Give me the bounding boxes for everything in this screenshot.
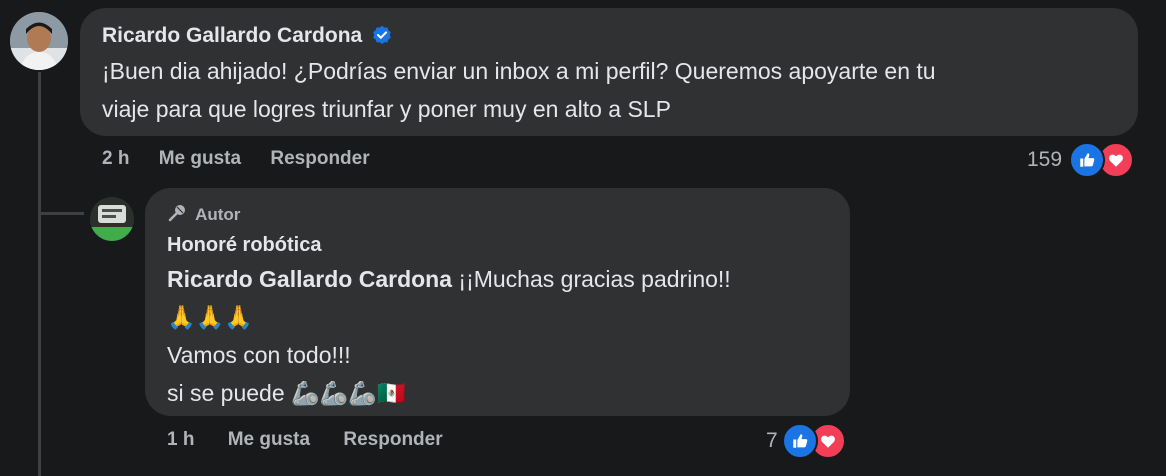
reply-time[interactable]: 1 h <box>167 429 194 450</box>
reply-connector <box>38 212 84 215</box>
reaction-count[interactable]: 159 <box>1027 148 1062 172</box>
reply-line: Vamos con todo!!! <box>167 342 351 368</box>
reply-line-text: ¡¡Muchas gracias padrino!! <box>452 266 731 292</box>
reply-author[interactable]: Honoré robótica <box>167 234 321 257</box>
comment-actions: 2 h Me gusta Responder <box>102 148 370 170</box>
verified-badge-icon <box>372 25 392 51</box>
reply-line: si se puede 🦾🦾🦾🇲🇽 <box>167 380 406 406</box>
like-button[interactable]: Me gusta <box>228 429 310 450</box>
comment-time[interactable]: 2 h <box>102 148 129 169</box>
reply-button[interactable]: Responder <box>270 148 369 169</box>
like-reaction-icon <box>1069 142 1105 178</box>
comment-line: ¡Buen dia ahijado! ¿Podrías enviar un in… <box>102 58 936 84</box>
reply-emoji-line: 🙏🙏🙏 <box>167 304 253 330</box>
author-badge-label: Autor <box>195 205 241 224</box>
comment-line: viaje para que logres triunfar y poner m… <box>102 96 671 122</box>
reply-avatar[interactable] <box>90 197 134 241</box>
comment-author-name[interactable]: Ricardo Gallardo Cardona <box>102 24 362 47</box>
reply-text: Ricardo Gallardo Cardona ¡¡Muchas gracia… <box>167 260 731 412</box>
comment-text: ¡Buen dia ahijado! ¿Podrías enviar un in… <box>102 52 936 128</box>
reaction-count[interactable]: 7 <box>766 429 778 453</box>
reply-actions: 1 h Me gusta Responder <box>167 429 443 451</box>
comment-author[interactable]: Ricardo Gallardo Cardona <box>102 24 392 51</box>
author-badge: Autor <box>167 203 240 228</box>
mention-link[interactable]: Ricardo Gallardo Cardona <box>167 266 452 292</box>
like-button[interactable]: Me gusta <box>159 148 241 169</box>
microphone-icon <box>167 203 187 228</box>
thread-line <box>38 72 41 476</box>
avatar[interactable] <box>10 12 68 70</box>
like-reaction-icon <box>782 423 818 459</box>
reply-line: Ricardo Gallardo Cardona ¡¡Muchas gracia… <box>167 260 731 298</box>
reply-button[interactable]: Responder <box>343 429 442 450</box>
